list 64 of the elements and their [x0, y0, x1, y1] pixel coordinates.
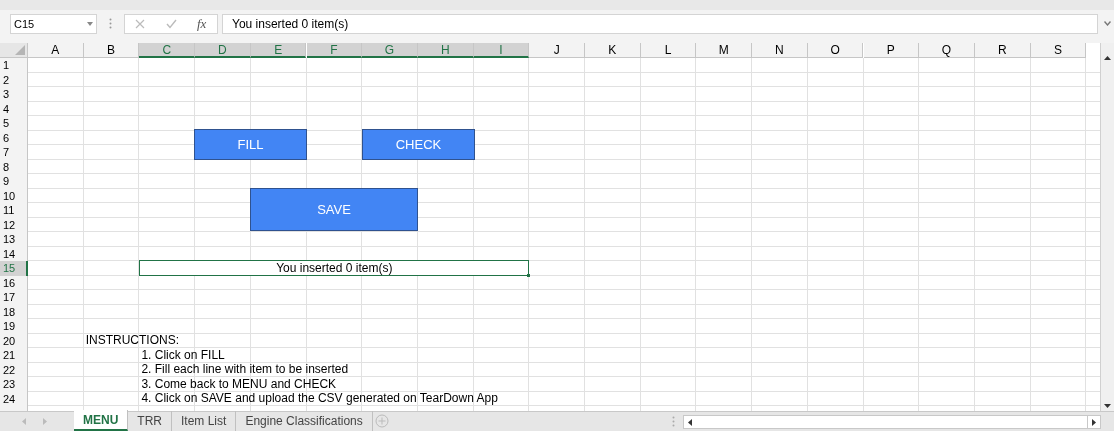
column-header[interactable]: M: [696, 43, 753, 58]
macro-button[interactable]: CHECK: [362, 129, 475, 160]
column-header[interactable]: C: [139, 43, 196, 58]
row-header[interactable]: 19: [0, 319, 28, 334]
row-header[interactable]: 13: [0, 232, 28, 247]
cancel-icon[interactable]: [135, 19, 145, 29]
cell-text: INSTRUCTIONS:: [84, 332, 180, 348]
vertical-scrollbar[interactable]: [1100, 43, 1114, 411]
more-icon[interactable]: [109, 18, 112, 29]
column-header[interactable]: K: [585, 43, 641, 58]
sheet-tab[interactable]: MENU: [74, 410, 129, 431]
next-sheet-icon[interactable]: [43, 418, 47, 425]
expand-icon[interactable]: [1104, 21, 1111, 26]
scroll-down-icon[interactable]: [1104, 404, 1111, 408]
scroll-left-icon[interactable]: [688, 419, 692, 426]
column-header[interactable]: H: [417, 43, 474, 58]
row-header[interactable]: 3: [0, 87, 28, 102]
sheet-tab[interactable]: TRR: [128, 411, 172, 431]
column-header[interactable]: D: [195, 43, 251, 58]
column-header[interactable]: Q: [919, 43, 975, 58]
column-header[interactable]: O: [807, 43, 864, 58]
column-header[interactable]: I: [473, 43, 530, 58]
row-header[interactable]: 1: [0, 58, 28, 73]
row-header[interactable]: 23: [0, 377, 28, 392]
cell-text: 1. Click on FILL: [140, 347, 225, 363]
scroll-right-button[interactable]: [1087, 415, 1101, 429]
row-header[interactable]: 15: [0, 261, 28, 276]
column-header[interactable]: G: [362, 43, 418, 58]
scroll-up-icon[interactable]: [1104, 56, 1111, 60]
dropdown-icon: [87, 22, 93, 26]
macro-button[interactable]: SAVE: [250, 188, 418, 231]
horizontal-scrollbar[interactable]: [683, 415, 1088, 429]
column-header[interactable]: A: [28, 43, 84, 58]
column-header[interactable]: E: [250, 43, 307, 58]
add-sheet-icon[interactable]: [375, 414, 389, 428]
column-header[interactable]: J: [529, 43, 585, 58]
scroll-right-icon: [1092, 418, 1096, 426]
formula-field[interactable]: You inserted 0 item(s): [222, 14, 1098, 34]
select-all-icon[interactable]: [15, 45, 25, 55]
row-header[interactable]: 21: [0, 348, 28, 363]
column-header[interactable]: N: [752, 43, 808, 58]
row-header[interactable]: 17: [0, 290, 28, 305]
row-header[interactable]: 11: [0, 203, 28, 218]
function-icon[interactable]: fx: [197, 17, 207, 31]
macro-button[interactable]: FILL: [194, 129, 307, 160]
merged-cell[interactable]: You inserted 0 item(s): [139, 260, 530, 276]
row-header[interactable]: 5: [0, 116, 28, 131]
column-header[interactable]: F: [306, 43, 363, 58]
cell-text: 4. Click on SAVE and upload the CSV generated on TearDown App: [140, 390, 498, 406]
cell-text: 2. Fill each line with item to be inserted: [140, 361, 349, 377]
name-box[interactable]: C15: [10, 14, 97, 34]
column-header[interactable]: R: [974, 43, 1031, 58]
column-header[interactable]: L: [640, 43, 697, 58]
column-header[interactable]: S: [1030, 43, 1087, 58]
row-header[interactable]: 9: [0, 174, 28, 189]
sheet-tab[interactable]: Item List: [172, 411, 237, 431]
row-header[interactable]: 7: [0, 145, 28, 160]
sheet-tab[interactable]: Engine Classifications: [236, 411, 373, 431]
check-icon[interactable]: [166, 19, 177, 29]
cell-text: 3. Come back to MENU and CHECK: [140, 376, 337, 392]
column-header[interactable]: B: [83, 43, 140, 58]
column-header[interactable]: P: [863, 43, 920, 58]
select-all-corner[interactable]: [0, 43, 28, 58]
previous-sheet-icon[interactable]: [22, 418, 26, 425]
